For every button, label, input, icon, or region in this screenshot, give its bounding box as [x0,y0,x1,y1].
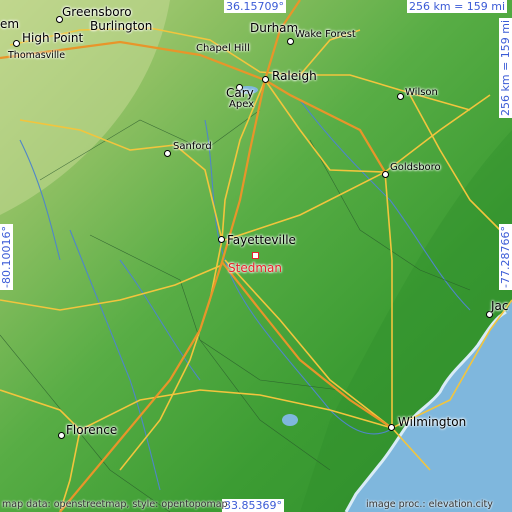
raleigh-dot [262,76,269,83]
city-label-wake-forest: Wake Forest [295,29,356,40]
top-latitude-label: 36.15709° [224,0,286,13]
lake [282,414,298,426]
city-label-raleigh: Raleigh [272,69,317,83]
wilson-dot [397,93,404,100]
bottom-latitude-label: 33.85369° [222,499,284,512]
city-label-sanford: Sanford [173,141,212,152]
city-label-burlington: Burlington [90,19,153,33]
city-label-em: em [0,17,20,31]
horizontal-scale-label: 256 km = 159 mi [407,0,508,13]
city-label-wilson: Wilson [405,87,438,98]
wake-forest-dot [287,38,294,45]
city-label-goldsboro: Goldsboro [390,162,441,173]
city-label-apex: Apex [229,99,255,110]
city-label-jac: Jac [491,299,509,313]
wilmington-dot [388,424,395,431]
city-label-chapel-hill: Chapel Hill [196,43,250,54]
city-label-florence: Florence [66,423,118,437]
city-label-high-point: High Point [22,31,84,45]
image-processing-credit: image proc.: elevation.city [366,499,493,510]
city-label-greensboro: Greensboro [62,5,132,19]
goldsboro-dot [382,171,389,178]
stedman-marker [252,252,259,259]
city-label-thomasville: Thomasville [8,50,66,61]
right-longitude-label: -77.28766° [499,224,512,290]
terrain-map: Greensboro Burlington High Point Thomasv… [0,0,512,512]
florence-dot [58,432,65,439]
city-label-wilmington: Wilmington [398,415,467,429]
city-label-durham: Durham [250,21,299,35]
map-data-credit: map data: openstreetmap, style: opentopo… [2,499,228,510]
vertical-scale-label: 256 km = 159 mi [499,17,512,118]
fayetteville-dot [218,236,225,243]
target-city-label: Stedman [228,261,282,275]
high-point-dot [13,40,20,47]
left-longitude-label: -80.10016° [0,224,13,290]
sanford-dot [164,150,171,157]
city-label-cary: Cary [226,86,254,100]
city-label-fayetteville: Fayetteville [227,233,296,247]
